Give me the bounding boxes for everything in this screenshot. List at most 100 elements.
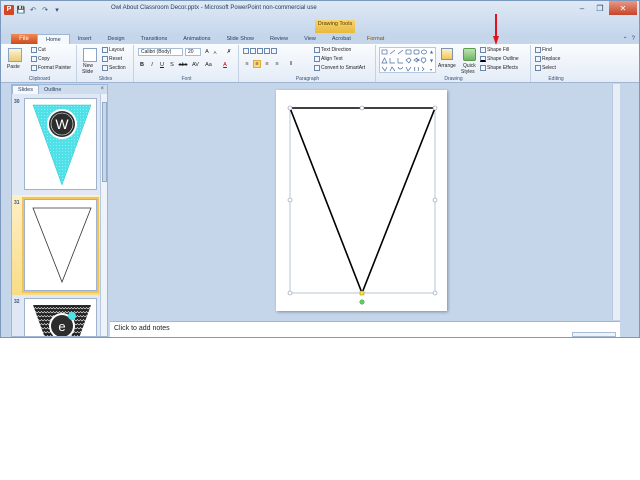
- slides-panel-scrollbar[interactable]: [100, 94, 107, 336]
- italic-button[interactable]: I: [148, 61, 156, 69]
- slide-thumbnail-30[interactable]: W: [24, 98, 97, 190]
- slide-editing-area[interactable]: [110, 84, 612, 320]
- bullets-button[interactable]: [243, 48, 277, 54]
- tab-transitions[interactable]: Transitions: [133, 34, 176, 44]
- convert-smartart-button[interactable]: Convert to SmartArt: [314, 65, 365, 71]
- shape-fill-button[interactable]: Shape Fill: [480, 47, 509, 53]
- tab-review[interactable]: Review: [262, 34, 296, 44]
- find-button[interactable]: Find: [535, 47, 552, 53]
- save-icon[interactable]: 💾: [16, 5, 26, 15]
- tab-design[interactable]: Design: [99, 34, 132, 44]
- shape-effects-button[interactable]: Shape Effects: [480, 65, 518, 71]
- replace-button[interactable]: Replace: [535, 56, 560, 62]
- notes-resize-handle[interactable]: [572, 332, 616, 337]
- reset-button[interactable]: Reset: [102, 56, 122, 62]
- close-icon[interactable]: ✕: [609, 1, 637, 15]
- tab-acrobat[interactable]: Acrobat: [324, 34, 359, 44]
- font-size-select[interactable]: 20: [185, 48, 201, 56]
- quick-styles-icon[interactable]: [463, 48, 476, 61]
- group-editing: Find Replace Select Editing: [532, 45, 580, 82]
- shapes-gallery[interactable]: ▲ ▼ ▾: [379, 47, 436, 73]
- columns-icon[interactable]: ‖: [287, 60, 295, 68]
- resize-handle-top[interactable]: [359, 105, 365, 111]
- quick-styles-label-2[interactable]: Styles: [461, 69, 475, 75]
- redo-icon[interactable]: ↷: [40, 5, 50, 15]
- shrink-font-button[interactable]: A: [211, 48, 219, 56]
- minimize-ribbon-icon[interactable]: ⌃: [623, 36, 628, 43]
- tab-view[interactable]: View: [296, 34, 324, 44]
- strikethrough-button[interactable]: abc: [178, 61, 188, 69]
- quick-access-toolbar: P 💾 ↶ ↷ ▾: [4, 3, 62, 16]
- justify-icon[interactable]: ≡: [273, 60, 281, 68]
- text-direction-button[interactable]: Text Direction: [314, 47, 351, 53]
- align-text-button[interactable]: Align Text: [314, 56, 343, 62]
- layout-button[interactable]: Layout: [102, 47, 124, 53]
- slide-thumbnail-31[interactable]: [22, 197, 99, 293]
- grow-font-button[interactable]: A: [203, 48, 211, 56]
- notes-pane[interactable]: Click to add notes: [110, 321, 620, 337]
- tab-animations[interactable]: Animations: [175, 34, 218, 44]
- copy-button[interactable]: Copy: [31, 56, 50, 62]
- resize-handle-top-left[interactable]: [287, 105, 293, 111]
- pennant-w-image: W: [32, 104, 92, 186]
- bold-button[interactable]: B: [138, 61, 146, 69]
- font-color-button[interactable]: A: [221, 61, 229, 69]
- clear-format-icon[interactable]: ✗: [225, 48, 233, 56]
- customize-qat-icon[interactable]: ▾: [52, 5, 62, 15]
- align-center-icon[interactable]: ≡: [253, 60, 261, 68]
- tab-outline[interactable]: Outline: [39, 85, 66, 94]
- slide-canvas[interactable]: [276, 90, 447, 311]
- cut-button[interactable]: Cut: [31, 47, 46, 53]
- align-right-icon[interactable]: ≡: [263, 60, 271, 68]
- slide-thumbnail-32[interactable]: e: [24, 298, 97, 336]
- arrange-button[interactable]: Arrange: [438, 63, 456, 69]
- select-button[interactable]: Select: [535, 65, 556, 71]
- tab-slides[interactable]: Slides: [12, 85, 39, 94]
- new-slide-icon[interactable]: [83, 48, 97, 62]
- shape-outline-button[interactable]: Shape Outline: [480, 56, 519, 62]
- resize-handle-left[interactable]: [287, 197, 293, 203]
- powerpoint-logo-icon[interactable]: P: [4, 4, 14, 15]
- change-case-button[interactable]: Aa: [203, 61, 214, 69]
- title-bar: P 💾 ↶ ↷ ▾ Owl About Classroom Decor.pptx…: [1, 1, 639, 34]
- reset-icon: [102, 56, 108, 62]
- font-name-select[interactable]: Calibri (Body): [138, 48, 183, 56]
- restore-icon[interactable]: ❐: [591, 1, 609, 15]
- resize-handle-bottom-right[interactable]: [432, 290, 438, 296]
- resize-handle-bottom-left[interactable]: [287, 290, 293, 296]
- triangle-pennant[interactable]: [288, 107, 437, 296]
- shape-effects-icon: [480, 65, 486, 71]
- section-button[interactable]: Section: [102, 65, 126, 71]
- shadow-button[interactable]: S: [168, 61, 176, 69]
- paste-button[interactable]: Paste: [7, 64, 20, 70]
- underline-button[interactable]: U: [158, 61, 166, 69]
- close-panel-icon[interactable]: ×: [100, 86, 104, 92]
- tab-slide-show[interactable]: Slide Show: [218, 34, 262, 44]
- tab-file[interactable]: File: [11, 34, 37, 44]
- tab-format[interactable]: Format: [359, 34, 392, 44]
- align-left-icon[interactable]: ≡: [243, 60, 251, 68]
- paste-icon[interactable]: [8, 48, 22, 62]
- arrange-icon[interactable]: [441, 48, 453, 60]
- rotate-handle[interactable]: [359, 299, 365, 305]
- slides-panel-scroll-thumb[interactable]: [102, 102, 107, 182]
- resize-handle-top-right[interactable]: [432, 105, 438, 111]
- new-slide-label-2[interactable]: Slide: [82, 69, 93, 75]
- adjust-handle[interactable]: [359, 290, 365, 296]
- svg-text:▲: ▲: [430, 49, 434, 54]
- tab-home[interactable]: Home: [37, 34, 70, 44]
- undo-icon[interactable]: ↶: [28, 5, 38, 15]
- character-spacing-button[interactable]: AV: [190, 61, 201, 69]
- notes-placeholder[interactable]: Click to add notes: [114, 325, 170, 332]
- slides-label: Slides: [98, 76, 113, 82]
- group-drawing: ▲ ▼ ▾ Arrange Quick Styles Shape Fill Sh…: [377, 45, 531, 82]
- format-painter-button[interactable]: Format Painter: [31, 65, 71, 71]
- minimize-icon[interactable]: –: [573, 1, 591, 15]
- help-icon[interactable]: ?: [632, 36, 635, 42]
- tab-insert[interactable]: Insert: [70, 34, 100, 44]
- selected-triangle-shape[interactable]: [276, 90, 447, 311]
- editing-area-scrollbar[interactable]: [612, 84, 620, 320]
- binoculars-icon: [535, 47, 541, 53]
- resize-handle-right[interactable]: [432, 197, 438, 203]
- powerpoint-window: P 💾 ↶ ↷ ▾ Owl About Classroom Decor.pptx…: [0, 0, 640, 338]
